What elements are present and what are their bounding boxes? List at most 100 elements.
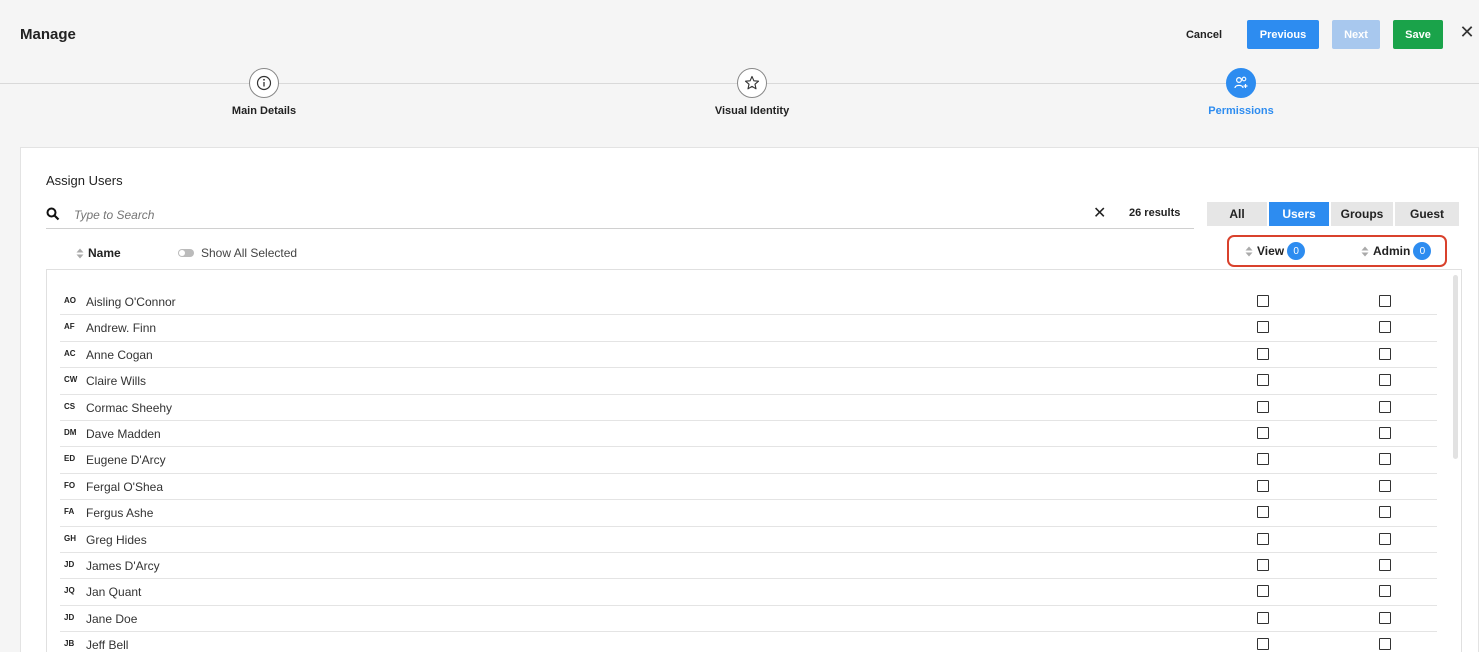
users-icon xyxy=(1226,68,1256,98)
view-checkbox[interactable] xyxy=(1257,558,1269,571)
user-initials: JD xyxy=(64,559,75,569)
tab-all[interactable]: All xyxy=(1207,202,1267,226)
clear-search-icon[interactable]: ✕ xyxy=(1093,203,1106,223)
scrollbar[interactable] xyxy=(1453,275,1458,459)
user-initials: CS xyxy=(64,401,76,411)
table-row: JD James D'Arcy xyxy=(60,553,1437,580)
tab-users[interactable]: Users xyxy=(1269,202,1329,226)
user-name: Jan Quant xyxy=(86,585,142,600)
previous-button[interactable]: Previous xyxy=(1247,20,1319,49)
user-initials: AC xyxy=(64,348,76,358)
star-icon xyxy=(737,68,767,98)
admin-checkbox[interactable] xyxy=(1379,611,1391,624)
view-checkbox[interactable] xyxy=(1257,295,1269,307)
user-name: Andrew. Finn xyxy=(86,321,157,336)
view-sort-header[interactable]: View 0 xyxy=(1245,242,1306,260)
user-initials: GH xyxy=(64,533,76,543)
sort-icon xyxy=(1245,246,1253,256)
user-initials: DM xyxy=(64,427,77,437)
user-initials: JQ xyxy=(64,586,75,596)
view-checkbox[interactable] xyxy=(1257,321,1269,334)
table-row: FA Fergus Ashe xyxy=(60,500,1437,527)
user-initials: AO xyxy=(64,296,76,305)
view-checkbox[interactable] xyxy=(1257,479,1269,492)
user-name: Anne Cogan xyxy=(86,347,153,362)
show-all-selected-toggle[interactable] xyxy=(178,249,194,257)
view-checkbox[interactable] xyxy=(1257,453,1269,466)
admin-checkbox[interactable] xyxy=(1379,321,1391,334)
table-row: CS Cormac Sheehy xyxy=(60,395,1437,421)
step-label: Visual Identity xyxy=(714,105,790,117)
name-header-label: Name xyxy=(88,246,121,260)
sort-icon xyxy=(1361,246,1369,256)
search-icon xyxy=(46,207,60,226)
table-row: JB Jeff Bell xyxy=(60,632,1437,652)
admin-checkbox[interactable] xyxy=(1379,585,1391,598)
admin-count-badge: 0 xyxy=(1413,242,1432,260)
view-checkbox[interactable] xyxy=(1257,638,1269,651)
table-row: AF Andrew. Finn xyxy=(60,315,1437,342)
show-all-selected-label: Show All Selected xyxy=(201,246,298,260)
view-checkbox[interactable] xyxy=(1257,374,1269,387)
step-visual-identity[interactable]: Visual Identity xyxy=(652,68,852,117)
assign-users-title: Assign Users xyxy=(46,173,123,188)
admin-checkbox[interactable] xyxy=(1379,532,1391,545)
stepper: Main Details Visual Identity Permissions xyxy=(0,68,1479,128)
name-sort-header[interactable]: Name xyxy=(76,246,121,260)
user-name: Fergal O'Shea xyxy=(86,479,163,494)
search-bar: ✕ 26 results xyxy=(46,203,1194,229)
user-name: Greg Hides xyxy=(86,532,147,547)
search-input[interactable] xyxy=(74,205,974,225)
column-header: Name Show All Selected View 0 Admin 0 xyxy=(46,235,1466,267)
admin-sort-header[interactable]: Admin 0 xyxy=(1361,242,1432,260)
cancel-button[interactable]: Cancel xyxy=(1179,20,1229,49)
top-actions: Cancel Previous Next Save ✕ xyxy=(1179,20,1479,50)
admin-checkbox[interactable] xyxy=(1379,479,1391,492)
page-title: Manage xyxy=(20,26,76,43)
admin-checkbox[interactable] xyxy=(1379,453,1391,466)
view-checkbox[interactable] xyxy=(1257,585,1269,598)
view-checkbox[interactable] xyxy=(1257,347,1269,360)
table-row: CW Claire Wills xyxy=(60,368,1437,395)
admin-checkbox[interactable] xyxy=(1379,558,1391,571)
view-count-badge: 0 xyxy=(1287,242,1306,260)
table-row: DM Dave Madden xyxy=(60,421,1437,448)
table-row: ED Eugene D'Arcy xyxy=(60,447,1437,474)
admin-checkbox[interactable] xyxy=(1379,506,1391,519)
user-name: Claire Wills xyxy=(86,374,146,389)
table-row: JQ Jan Quant xyxy=(60,579,1437,606)
table-row: GH Greg Hides xyxy=(60,527,1437,553)
admin-checkbox[interactable] xyxy=(1379,638,1391,651)
admin-checkbox[interactable] xyxy=(1379,295,1391,307)
user-initials: ED xyxy=(64,454,76,464)
admin-header-label: Admin xyxy=(1373,244,1411,258)
admin-checkbox[interactable] xyxy=(1379,347,1391,360)
tab-groups[interactable]: Groups xyxy=(1331,202,1393,226)
admin-checkbox[interactable] xyxy=(1379,426,1391,439)
close-icon[interactable]: ✕ xyxy=(1457,18,1477,47)
next-button[interactable]: Next xyxy=(1332,20,1380,49)
view-checkbox[interactable] xyxy=(1257,426,1269,439)
table-row: JD Jane Doe xyxy=(60,606,1437,633)
admin-checkbox[interactable] xyxy=(1379,400,1391,413)
save-button[interactable]: Save xyxy=(1393,20,1443,49)
view-checkbox[interactable] xyxy=(1257,532,1269,545)
user-name: Dave Madden xyxy=(86,426,161,441)
filter-tabs: All Users Groups Guest xyxy=(1207,202,1463,226)
view-checkbox[interactable] xyxy=(1257,400,1269,413)
user-initials: FO xyxy=(64,480,76,490)
step-permissions[interactable]: Permissions xyxy=(1141,68,1341,117)
tab-guest[interactable]: Guest xyxy=(1395,202,1459,226)
view-checkbox[interactable] xyxy=(1257,506,1269,519)
user-initials: AF xyxy=(64,322,75,332)
results-count: 26 results xyxy=(1129,207,1181,219)
user-name: Aisling O'Connor xyxy=(86,295,176,309)
view-checkbox[interactable] xyxy=(1257,611,1269,624)
step-label: Main Details xyxy=(231,105,297,117)
admin-checkbox[interactable] xyxy=(1379,374,1391,387)
permissions-panel: Assign Users ✕ 26 results All Users Grou… xyxy=(20,147,1479,652)
step-main-details[interactable]: Main Details xyxy=(164,68,364,117)
user-name: Jeff Bell xyxy=(86,638,129,652)
view-header-label: View xyxy=(1257,244,1285,258)
info-icon xyxy=(249,68,279,98)
